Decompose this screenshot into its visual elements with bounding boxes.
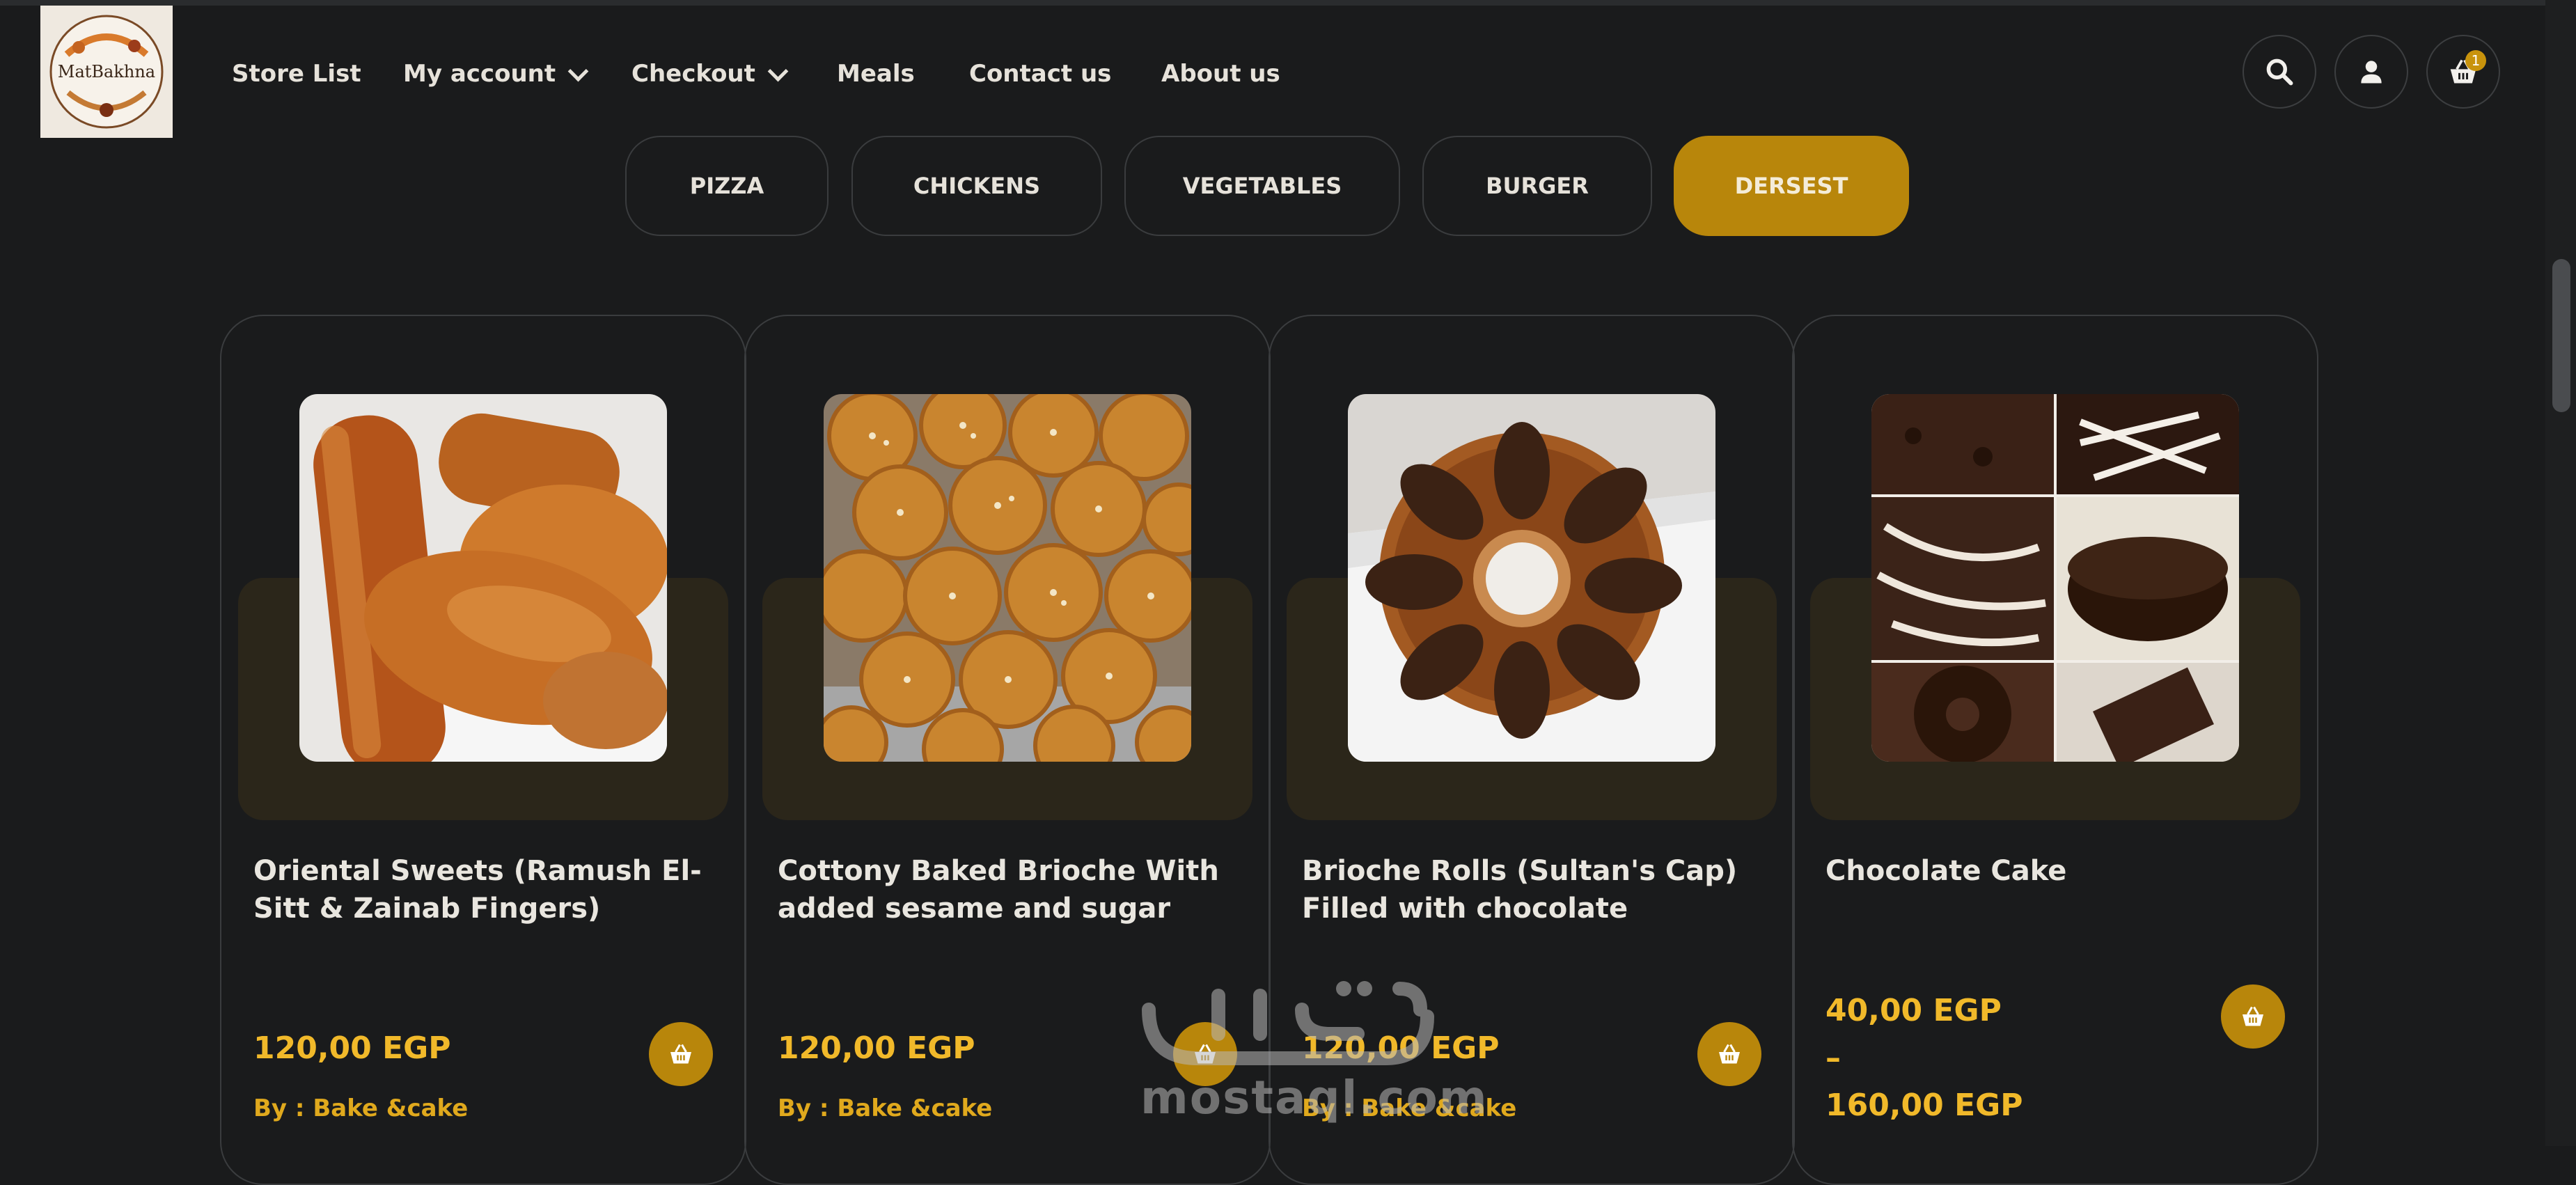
watermark-text: mostaql.com [1140, 1071, 1489, 1124]
nav-label: Checkout [631, 60, 755, 88]
price-separator: – [1825, 1040, 1841, 1076]
account-button[interactable] [2334, 35, 2408, 109]
nav-meals[interactable]: Meals [837, 54, 915, 93]
nav-label: Contact us [969, 60, 1112, 88]
add-to-cart-button[interactable] [2221, 984, 2285, 1049]
nav-label: About us [1161, 60, 1280, 88]
product-image[interactable] [299, 394, 667, 762]
product-vendor[interactable]: By : Bake &cake [778, 1094, 992, 1122]
product-price: 120,00 EGP [253, 1030, 451, 1066]
category-label: BURGER [1486, 173, 1589, 199]
logo-wordmark: MatBakhna [58, 62, 155, 81]
product-title[interactable]: Cottony Baked Brioche With added sesame … [778, 852, 1251, 927]
watermark: mostaql.com [1135, 968, 1487, 1128]
user-icon [2361, 61, 2382, 84]
scrollbar-thumb[interactable] [2552, 259, 2570, 412]
cart-button[interactable]: 1 [2426, 35, 2500, 109]
basket-icon [1719, 1044, 1740, 1064]
category-tab-chickens[interactable]: CHICKENS [851, 136, 1102, 236]
cart-count-badge: 1 [2465, 50, 2486, 71]
nav-contact-us[interactable]: Contact us [969, 54, 1111, 93]
category-tab-burger[interactable]: BURGER [1422, 136, 1652, 236]
nav-store-list[interactable]: Store List [232, 54, 361, 93]
category-label: VEGETABLES [1182, 173, 1342, 199]
chevron-down-icon [767, 61, 789, 81]
nav-my-account[interactable]: My account [403, 54, 589, 93]
basket-icon [2243, 1006, 2263, 1026]
price-min: 40,00 EGP [1825, 993, 2002, 1028]
category-label: DERSEST [1734, 173, 1848, 199]
nav-checkout[interactable]: Checkout [631, 54, 789, 93]
page-scrollbar[interactable] [2545, 0, 2576, 1146]
product-title[interactable]: Oriental Sweets (Ramush El-Sitt & Zainab… [253, 852, 727, 927]
category-tab-vegetables[interactable]: VEGETABLES [1124, 136, 1400, 236]
category-label: CHICKENS [913, 173, 1041, 199]
site-logo[interactable]: MatBakhna [40, 6, 173, 138]
product-vendor[interactable]: By : Bake &cake [253, 1094, 468, 1122]
product-title[interactable]: Brioche Rolls (Sultan's Cap) Filled with… [1302, 852, 1775, 927]
search-icon [2266, 58, 2293, 86]
basket-icon [670, 1044, 691, 1064]
nav-label: Meals [837, 60, 915, 88]
category-label: PIZZA [689, 173, 764, 199]
product-image[interactable] [824, 394, 1191, 762]
product-price: 120,00 EGP [778, 1030, 975, 1066]
nav-label: Store List [232, 60, 361, 88]
product-image[interactable] [1871, 394, 2239, 762]
window-top-border [0, 0, 2576, 6]
category-tab-dersest[interactable]: DERSEST [1674, 136, 1909, 236]
product-card[interactable]: Oriental Sweets (Ramush El-Sitt & Zainab… [220, 315, 746, 1185]
nav-label: My account [403, 60, 556, 88]
watermark-logo [1142, 981, 1434, 1065]
add-to-cart-button[interactable] [649, 1022, 713, 1086]
price-max: 160,00 EGP [1825, 1088, 2023, 1123]
product-title[interactable]: Chocolate Cake [1825, 852, 2299, 890]
product-card[interactable]: Chocolate Cake 40,00 EGP – 160,00 EGP [1792, 315, 2318, 1185]
search-button[interactable] [2243, 35, 2316, 109]
product-image[interactable] [1348, 394, 1715, 762]
nav-about-us[interactable]: About us [1161, 54, 1280, 93]
category-tab-pizza[interactable]: PIZZA [625, 136, 828, 236]
chevron-down-icon [567, 61, 589, 81]
add-to-cart-button[interactable] [1697, 1022, 1761, 1086]
